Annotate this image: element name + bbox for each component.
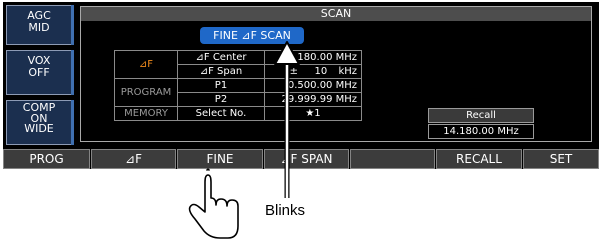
blink-arrow-icon [274,41,300,198]
pointing-hand-icon [188,168,239,239]
blinks-label: Blinks [265,202,306,219]
